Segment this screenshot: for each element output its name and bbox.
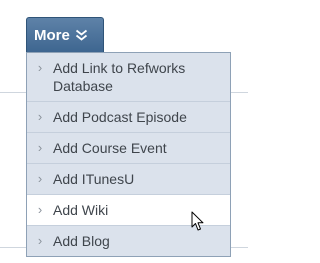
menu-item-add-link-to-refworks-database[interactable]: › Add Link to Refworks Database (27, 53, 230, 101)
caret-right-icon: › (37, 171, 43, 186)
menu-item-add-course-event[interactable]: › Add Course Event (27, 132, 230, 163)
mouse-pointer-icon (191, 211, 204, 231)
double-chevron-down-icon (75, 29, 87, 41)
menu-item-add-podcast-episode[interactable]: › Add Podcast Episode (27, 101, 230, 132)
caret-right-icon: › (37, 109, 43, 124)
more-menu-label: More (34, 26, 70, 44)
more-menu-button[interactable]: More (26, 17, 104, 52)
caret-right-icon: › (37, 140, 43, 155)
screen: More › Add Link to Refworks Database › A… (0, 0, 248, 263)
caret-right-icon: › (37, 233, 43, 248)
menu-item-label: Add Course Event (53, 140, 167, 156)
caret-right-icon: › (37, 60, 43, 75)
menu-item-label: Add Podcast Episode (53, 109, 187, 125)
caret-right-icon: › (37, 202, 43, 217)
menu-item-label: Add Link to Refworks Database (53, 60, 186, 94)
menu-item-label: Add ITunesU (53, 171, 135, 187)
menu-item-label: Add Blog (53, 233, 110, 249)
menu-item-add-itunesu[interactable]: › Add ITunesU (27, 163, 230, 194)
